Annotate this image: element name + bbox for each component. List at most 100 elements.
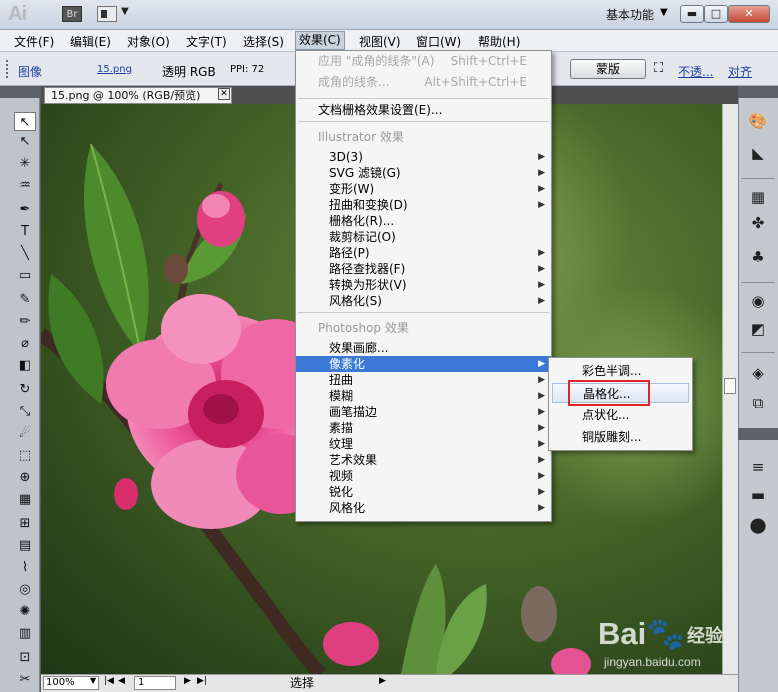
eyedropper-tool-icon[interactable]: ⌇	[14, 558, 36, 577]
effect-menu-item[interactable]: 扭曲 ▶	[296, 372, 551, 388]
crop-icon[interactable]: ⛶	[654, 61, 663, 76]
symbol-sprayer-tool-icon[interactable]: ✺	[14, 602, 36, 621]
menu-view[interactable]: 视图(V)	[359, 33, 401, 50]
warp-tool-icon[interactable]: ☄	[14, 424, 36, 443]
effect-menu-item[interactable]: 成角的线条... Alt+Shift+Ctrl+E	[296, 74, 551, 90]
effect-menu-item[interactable]: 裁剪标记(O)	[296, 229, 551, 245]
swatches-panel-icon[interactable]: ▦	[745, 186, 771, 208]
artboard-tool-icon[interactable]: ⊡	[14, 648, 36, 667]
effect-menu-item[interactable]: 转换为形状(V) ▶	[296, 277, 551, 293]
pixelate-submenu-item[interactable]: 点状化...	[552, 405, 689, 425]
effect-menu-item[interactable]: 路径查找器(F) ▶	[296, 261, 551, 277]
effect-menu-item[interactable]: 扭曲和变换(D) ▶	[296, 197, 551, 213]
first-artboard-icon[interactable]: |◀	[104, 676, 114, 686]
slice-tool-icon[interactable]: ✂	[14, 670, 36, 689]
effect-menu-item[interactable]: 文档栅格效果设置(E)...	[296, 102, 551, 118]
menu-effect[interactable]: 效果(C)	[295, 31, 345, 50]
shape-builder-tool-icon[interactable]: ⊕	[14, 468, 36, 487]
scale-tool-icon[interactable]: ⤡	[14, 402, 36, 421]
panel-group-header[interactable]	[738, 428, 778, 440]
effect-menu-item[interactable]: 风格化 ▶	[296, 500, 551, 516]
blob-brush-tool-icon[interactable]: ⌀	[14, 334, 36, 353]
effect-menu-item[interactable]: 效果画廊...	[296, 340, 551, 356]
effect-menu-item[interactable]: 画笔描边 ▶	[296, 404, 551, 420]
effect-menu-item[interactable]: 风格化(S) ▶	[296, 293, 551, 309]
effect-menu-item[interactable]: 变形(W) ▶	[296, 181, 551, 197]
blend-tool-icon[interactable]: ◎	[14, 580, 36, 599]
next-artboard-icon[interactable]: ▶	[184, 676, 191, 686]
workspace-switcher[interactable]: 基本功能	[606, 6, 654, 23]
zoom-dropdown-icon[interactable]: ▼	[90, 676, 96, 685]
effect-menu-item[interactable]: SVG 滤镜(G) ▶	[296, 165, 551, 181]
effect-menu-item[interactable]: 路径(P) ▶	[296, 245, 551, 261]
symbols-panel-icon[interactable]: ♣	[745, 246, 771, 268]
effect-menu-item[interactable]: 模糊 ▶	[296, 388, 551, 404]
close-button[interactable]: ✕	[728, 5, 770, 23]
workspace-dropdown-icon[interactable]: ▼	[660, 7, 668, 18]
perspective-grid-tool-icon[interactable]: ▦	[14, 490, 36, 509]
column-graph-tool-icon[interactable]: ▥	[14, 624, 36, 643]
type-tool-icon[interactable]: T	[14, 222, 36, 241]
menu-edit[interactable]: 编辑(E)	[70, 33, 111, 50]
selection-tool-icon[interactable]: ↖	[14, 112, 36, 131]
free-transform-tool-icon[interactable]: ⬚	[14, 446, 36, 465]
control-bar-grip[interactable]	[6, 60, 10, 78]
mask-button[interactable]: 蒙版	[570, 59, 646, 79]
artboards-panel-icon[interactable]: ⧉	[745, 392, 771, 414]
pixelate-submenu-item[interactable]: 彩色半调...	[552, 361, 689, 381]
tab-close-icon[interactable]: ✕	[218, 88, 230, 100]
tools-panel-header[interactable]	[0, 86, 40, 98]
effect-menu-item[interactable]: 3D(3) ▶	[296, 149, 551, 165]
vertical-scroll-thumb[interactable]	[724, 378, 736, 394]
last-artboard-icon[interactable]: ▶|	[197, 676, 207, 686]
menu-help[interactable]: 帮助(H)	[478, 33, 520, 50]
mesh-tool-icon[interactable]: ⊞	[14, 514, 36, 533]
color-panel-icon[interactable]: 🎨	[745, 110, 771, 132]
gradient-tool-icon[interactable]: ▤	[14, 536, 36, 555]
effect-menu-item[interactable]: 像素化 ▶	[296, 356, 551, 372]
effect-menu-item[interactable]: 栅格化(R)...	[296, 213, 551, 229]
document-tab[interactable]: 15.png @ 100% (RGB/预览)	[44, 87, 232, 104]
stroke-panel-icon[interactable]: ◉	[745, 290, 771, 312]
layers-panel-icon[interactable]: ◈	[745, 362, 771, 384]
arrange-documents-arrow-icon[interactable]: ▼	[121, 6, 129, 17]
pencil-tool-icon[interactable]: ✏	[14, 312, 36, 331]
effect-menu-item[interactable]: 锐化 ▶	[296, 484, 551, 500]
effect-menu-item[interactable]: 素描 ▶	[296, 420, 551, 436]
align-panel-icon[interactable]: ≡	[745, 456, 771, 478]
transparency-panel-icon[interactable]: ◩	[745, 318, 771, 340]
arrange-documents-icon[interactable]	[97, 6, 117, 22]
status-menu-icon[interactable]: ▶	[379, 676, 386, 686]
lasso-tool-icon[interactable]: ♒	[14, 176, 36, 195]
menu-object[interactable]: 对象(O)	[127, 33, 170, 50]
effect-menu-item[interactable]: 应用 "成角的线条"(A) Shift+Ctrl+E	[296, 53, 551, 69]
effect-menu-item[interactable]: 视频 ▶	[296, 468, 551, 484]
effect-menu-item[interactable]: 艺术效果 ▶	[296, 452, 551, 468]
rotate-tool-icon[interactable]: ↻	[14, 380, 36, 399]
menu-type[interactable]: 文字(T)	[186, 33, 227, 50]
status-info[interactable]: 选择	[212, 675, 392, 691]
direct-selection-tool-icon[interactable]: ↖	[14, 132, 36, 151]
bridge-button[interactable]: Br	[62, 6, 82, 22]
minimize-button[interactable]: ▬	[680, 5, 704, 23]
pathfinder-panel-icon[interactable]: ⬤	[745, 514, 771, 536]
linked-file-link[interactable]: 15.png	[97, 64, 132, 75]
pixelate-submenu-item[interactable]: 铜版雕刻...	[552, 427, 689, 447]
menu-select[interactable]: 选择(S)	[243, 33, 284, 50]
panel-dock-header[interactable]	[738, 86, 778, 98]
color-guide-panel-icon[interactable]: ◣	[745, 142, 771, 164]
align-link[interactable]: 对齐	[728, 63, 752, 80]
effect-menu-item[interactable]: 纹理 ▶	[296, 436, 551, 452]
menu-window[interactable]: 窗口(W)	[416, 33, 461, 50]
magic-wand-tool-icon[interactable]: ✳	[14, 154, 36, 173]
artboard-number-select[interactable]: 1	[134, 676, 176, 690]
previous-artboard-icon[interactable]: ◀	[118, 676, 125, 686]
menu-file[interactable]: 文件(F)	[14, 33, 54, 50]
maximize-button[interactable]: □	[704, 5, 728, 23]
eraser-tool-icon[interactable]: ◧	[14, 356, 36, 375]
rectangle-tool-icon[interactable]: ▭	[14, 266, 36, 285]
paintbrush-tool-icon[interactable]: ✎	[14, 290, 36, 309]
line-segment-tool-icon[interactable]: ╲	[14, 244, 36, 263]
pen-tool-icon[interactable]: ✒	[14, 200, 36, 219]
gradient-panel-icon[interactable]: ▬	[745, 484, 771, 506]
